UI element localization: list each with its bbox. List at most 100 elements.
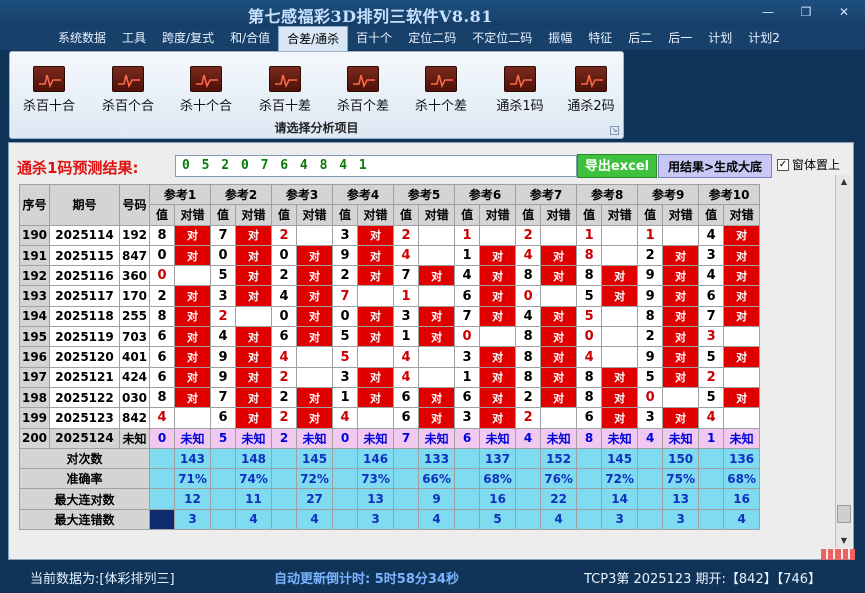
scroll-down-icon[interactable]: ▼: [836, 534, 852, 548]
table-row[interactable]: 193 2025117 170 2 对 3 对 4 对 7 1 6 对 0 5 对 9 对 6 对: [19, 285, 761, 307]
table-row[interactable]: 194 2025118 255 8 对 2 0 对 0 对 3 对 7 对 4 对 5 8 对 7 对: [19, 305, 761, 328]
prediction-result-field[interactable]: 0 5 2 0 7 6 4 8 4 1: [175, 155, 577, 177]
vertical-scrollbar[interactable]: ▲ ▼: [835, 175, 851, 548]
ref-value: 8: [515, 326, 542, 348]
match-cell: [296, 366, 334, 388]
stats-label: 对次数: [19, 447, 150, 470]
ref-value: 3: [210, 285, 237, 307]
table-row[interactable]: 190 2025114 192 8 对 7 对 2 3 对 2 1 2 1 1 4 对: [19, 224, 761, 246]
match-cell: 对: [723, 386, 761, 409]
main-panel: 通杀1码预测结果: 0 5 2 0 7 6 4 8 4 1 导出excel 用结…: [8, 142, 856, 561]
match-cell: 对: [296, 244, 334, 267]
stats-spacer: [454, 488, 481, 510]
menu-item[interactable]: 特征: [580, 26, 620, 50]
stats-value: 13: [357, 488, 395, 510]
ref-value: 3: [454, 346, 481, 368]
table-row[interactable]: 197 2025121 424 6 对 9 对 2 3 对 4 1 对 8 对 8 对 5 对 2: [19, 366, 761, 388]
ribbon-button[interactable]: 杀百个合: [93, 66, 163, 114]
ribbon-button[interactable]: 杀十个合: [171, 66, 241, 114]
menu-item[interactable]: 和/合值: [222, 26, 278, 50]
match-cell: 对: [235, 224, 273, 246]
chart-icon: [112, 66, 144, 92]
match-cell: 对: [540, 346, 578, 368]
ref-value: 3: [454, 407, 481, 429]
match-cell: 对: [479, 265, 517, 287]
stats-spacer: [515, 468, 542, 490]
ribbon-button-label: 通杀1码: [496, 99, 544, 114]
match-cell: [418, 285, 456, 307]
scroll-up-icon[interactable]: ▲: [836, 175, 852, 189]
stats-spacer: [576, 508, 603, 531]
close-icon[interactable]: ✕: [833, 4, 855, 20]
stats-spacer: [332, 468, 359, 490]
ref-value: 5: [332, 326, 359, 348]
checkbox-checked-icon[interactable]: ✓: [777, 158, 789, 171]
table-row[interactable]: 199 2025123 842 4 6 对 2 对 4 6 对 3 对 2 6 对 3 对 4: [19, 407, 761, 429]
ribbon-caption: 请选择分析项目: [274, 121, 359, 135]
ribbon-button[interactable]: 通杀1码: [485, 66, 555, 114]
ref-value: 4: [515, 244, 542, 267]
header-ref: 参考5: [393, 183, 456, 206]
ref-value: 1: [454, 224, 481, 246]
match-cell: 对: [357, 265, 395, 287]
ref-value: 4: [149, 407, 175, 429]
ribbon-expand-icon[interactable]: ↘: [610, 126, 619, 135]
stats-spacer: [637, 508, 664, 531]
stats-spacer: [698, 488, 725, 510]
menu-item[interactable]: 定位二码: [400, 26, 464, 50]
generate-base-button[interactable]: 用结果>生成大底: [658, 154, 772, 178]
stats-spacer: [637, 447, 664, 470]
ribbon-button[interactable]: 通杀2码: [556, 66, 626, 114]
chart-icon: [575, 66, 607, 92]
row-number: 255: [119, 305, 150, 328]
menu-item[interactable]: 计划2: [740, 26, 788, 50]
match-cell: 对: [540, 386, 578, 409]
match-cell: 未知: [173, 427, 212, 449]
export-excel-button[interactable]: 导出excel: [577, 154, 657, 178]
match-cell: 对: [601, 285, 639, 307]
menu-item[interactable]: 工具: [114, 26, 154, 50]
ribbon-button[interactable]: 杀百十合: [14, 66, 84, 114]
menu-item[interactable]: 振幅: [540, 26, 580, 50]
stats-spacer: [271, 468, 298, 490]
minimize-icon[interactable]: —: [757, 4, 779, 20]
ribbon-button[interactable]: 杀百十差: [250, 66, 320, 114]
scroll-thumb[interactable]: [837, 505, 851, 523]
restore-icon[interactable]: ❐: [795, 4, 817, 20]
ribbon-button[interactable]: 杀百个差: [328, 66, 398, 114]
menu-item[interactable]: 后一: [660, 26, 700, 50]
menu-item[interactable]: 百十个: [348, 26, 400, 50]
ribbon-button-label: 杀百十差: [258, 99, 311, 114]
menu-item[interactable]: 后二: [620, 26, 660, 50]
ribbon-button[interactable]: 杀十个差: [406, 66, 476, 114]
table-row[interactable]: 196 2025120 401 6 对 9 对 4 5 4 3 对 8 对 4 9 对 5 对: [19, 346, 761, 368]
match-cell: 对: [296, 305, 334, 328]
table-row-pending[interactable]: 200 2025124 未知 0 未知 5 未知 2 未知 0 未知 7 未知 6 未知 4 未知 8 未知 4 未知 1…: [19, 427, 761, 449]
menu-item[interactable]: 不定位二码: [464, 26, 540, 50]
match-cell: [540, 285, 578, 307]
table-row[interactable]: 192 2025116 360 0 5 对 2 对 2 对 7 对 4 对 8 对 8 对 9 对 4 对: [19, 265, 761, 287]
topmost-checkbox-label: 窗体置上: [792, 158, 841, 172]
stats-value: 145: [601, 447, 639, 470]
ref-value: 2: [271, 366, 298, 388]
menu-item[interactable]: 合差/通杀: [278, 26, 349, 51]
header-value: 值: [576, 204, 603, 226]
table-row[interactable]: 195 2025119 703 6 对 4 对 6 对 5 对 1 对 0 8 对 0 2 对 3: [19, 326, 761, 348]
header-match: 对错: [235, 204, 273, 226]
menu-item[interactable]: 计划: [700, 26, 740, 50]
menu-item[interactable]: 跨度/复式: [154, 26, 222, 50]
stats-spacer: [637, 488, 664, 510]
header-value: 值: [332, 204, 359, 226]
stats-spacer: [515, 447, 542, 470]
chart-icon: [190, 66, 222, 92]
ref-value: 5: [576, 285, 603, 307]
match-cell: 对: [357, 366, 395, 388]
row-period: 2025117: [49, 285, 120, 307]
menu-item[interactable]: 系统数据: [50, 26, 114, 50]
table-row[interactable]: 198 2025122 030 8 对 7 对 2 对 1 对 6 对 6 对 2 对 8 对 0 5 对: [19, 386, 761, 409]
topmost-checkbox[interactable]: ✓ 窗体置上: [777, 156, 840, 173]
table-row[interactable]: 191 2025115 847 0 对 0 对 0 对 9 对 4 1 对 4 对 8 2 对 3 对: [19, 244, 761, 267]
stats-spacer: [149, 468, 175, 490]
row-seq: 193: [19, 285, 50, 307]
row-period: 2025121: [49, 366, 120, 388]
